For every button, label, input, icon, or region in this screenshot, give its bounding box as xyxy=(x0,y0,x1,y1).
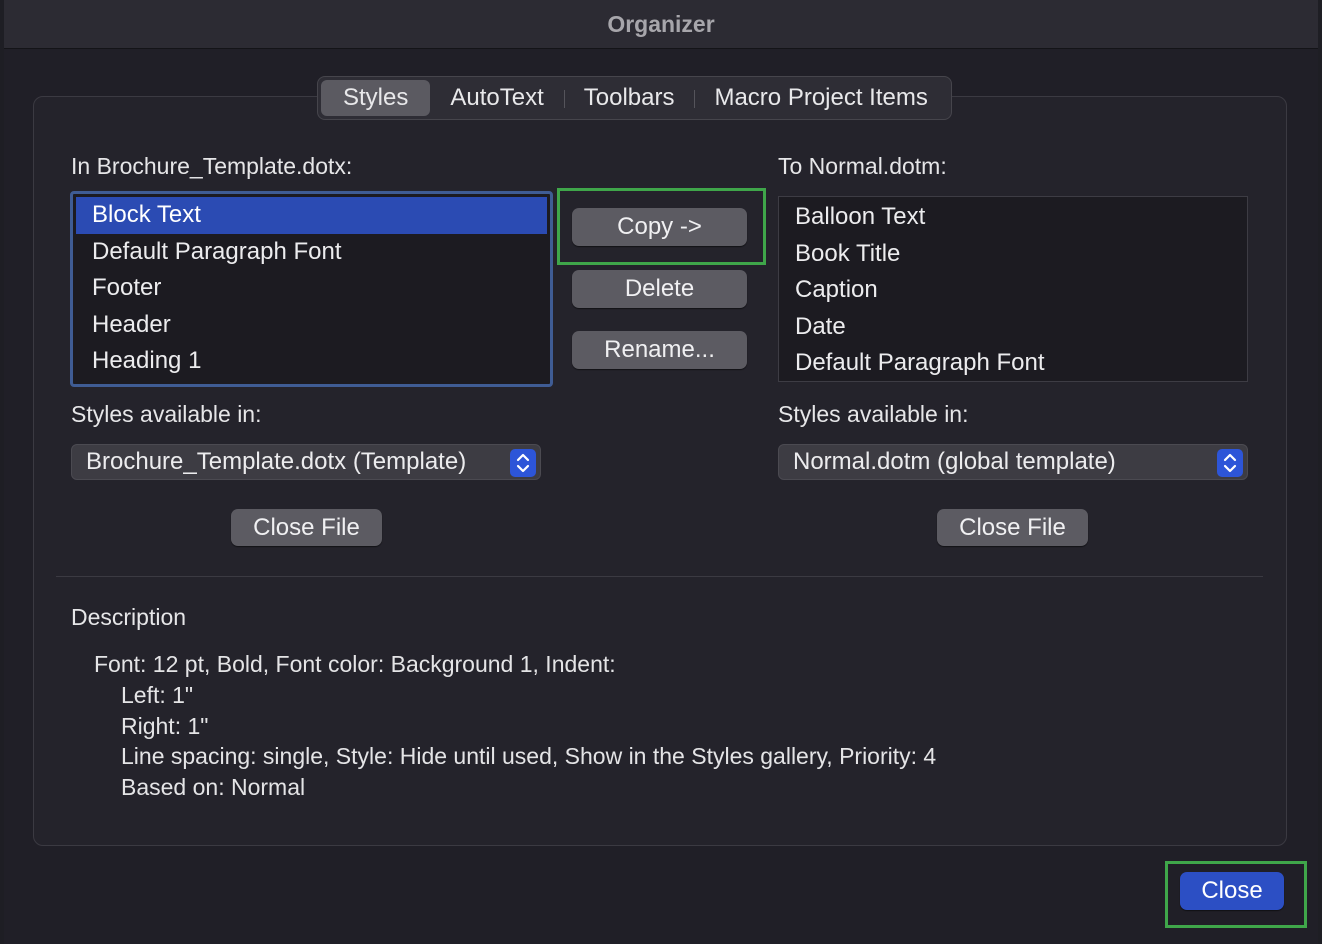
description-line: Based on: Normal xyxy=(121,774,306,800)
copy-button[interactable]: Copy -> xyxy=(572,208,747,246)
description-line: Right: 1" xyxy=(121,713,209,739)
description-line: Font: 12 pt, Bold, Font color: Backgroun… xyxy=(94,651,616,677)
left-styles-list[interactable]: Block Text Default Paragraph Font Footer… xyxy=(70,191,553,387)
right-close-file-button[interactable]: Close File xyxy=(937,509,1088,546)
list-item[interactable]: Footer xyxy=(76,270,547,307)
list-item[interactable]: Default Paragraph Font xyxy=(779,345,1247,381)
chevron-updown-icon xyxy=(510,449,536,477)
right-styles-available-label: Styles available in: xyxy=(778,401,969,427)
left-styles-available-select[interactable]: Brochure_Template.dotx (Template) xyxy=(71,444,541,480)
delete-button[interactable]: Delete xyxy=(572,270,747,308)
list-item[interactable]: Caption xyxy=(779,272,1247,309)
left-close-file-button[interactable]: Close File xyxy=(231,509,382,546)
title-bar: Organizer xyxy=(4,0,1318,49)
description-line: Left: 1" xyxy=(121,682,194,708)
tab-toolbars[interactable]: Toolbars xyxy=(563,80,695,116)
list-item[interactable]: Block Text xyxy=(76,197,547,234)
right-list-heading: To Normal.dotm: xyxy=(778,153,947,179)
description-heading: Description xyxy=(71,604,187,630)
divider xyxy=(56,576,1263,577)
list-item[interactable]: Balloon Text xyxy=(779,199,1247,236)
close-button[interactable]: Close xyxy=(1180,872,1284,910)
tab-styles[interactable]: Styles xyxy=(321,80,431,116)
rename-button[interactable]: Rename... xyxy=(572,331,747,369)
right-styles-available-select[interactable]: Normal.dotm (global template) xyxy=(778,444,1248,480)
window-title: Organizer xyxy=(607,10,715,37)
organizer-window: Organizer Styles AutoText Toolbars Macro… xyxy=(4,0,1318,944)
description-line: Line spacing: single, Style: Hide until … xyxy=(121,743,937,769)
tab-macro-project-items[interactable]: Macro Project Items xyxy=(694,80,947,116)
left-styles-available-label: Styles available in: xyxy=(71,401,262,427)
tab-bar: Styles AutoText Toolbars Macro Project I… xyxy=(317,76,952,120)
chevron-updown-icon xyxy=(1217,449,1243,477)
right-select-value: Normal.dotm (global template) xyxy=(793,448,1116,475)
list-item[interactable]: Default Paragraph Font xyxy=(76,234,547,271)
right-styles-list[interactable]: Balloon Text Book Title Caption Date Def… xyxy=(778,196,1248,382)
tab-autotext[interactable]: AutoText xyxy=(430,80,563,116)
list-item[interactable]: Heading 1 xyxy=(76,343,547,380)
list-item[interactable]: Date xyxy=(779,309,1247,346)
left-select-value: Brochure_Template.dotx (Template) xyxy=(86,448,467,475)
list-item[interactable]: Book Title xyxy=(779,236,1247,273)
list-item[interactable]: Header xyxy=(76,307,547,344)
left-list-heading: In Brochure_Template.dotx: xyxy=(71,153,353,179)
